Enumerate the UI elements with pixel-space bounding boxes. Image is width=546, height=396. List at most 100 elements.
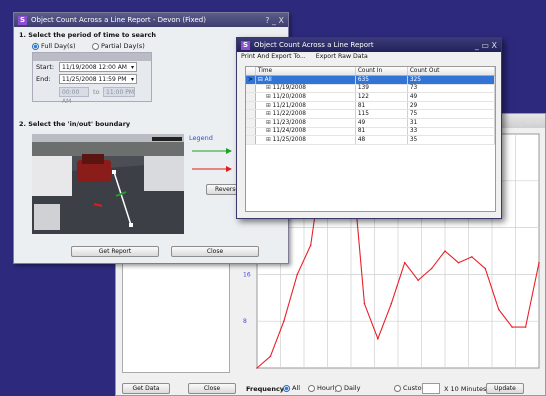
time-from-field[interactable]: 00:00 AM	[59, 87, 89, 105]
chevron-down-icon[interactable]: ▾	[131, 75, 134, 84]
expand-icon[interactable]: ⊞	[266, 94, 273, 100]
freq-daily-label: Daily	[344, 384, 361, 392]
legend-arrows	[192, 148, 232, 172]
data-point	[430, 267, 433, 270]
frequency-label: Frequency	[246, 385, 285, 393]
row-header-cell[interactable]	[246, 135, 256, 145]
report-window-titlebar: S Object Count Across a Line Report _ ▭ …	[237, 38, 501, 52]
expand-icon[interactable]: ⊞	[266, 128, 273, 134]
data-point	[511, 326, 513, 328]
start-label: Start:	[36, 63, 55, 71]
start-date-field[interactable]: 11/19/2008 12:00 AM ▾	[59, 62, 137, 72]
update-button[interactable]: Update	[486, 383, 524, 394]
get-report-button[interactable]: Get Report	[71, 246, 159, 257]
col-header-count-in[interactable]: Count In	[355, 67, 408, 77]
count-in-cell[interactable]: 115	[355, 109, 408, 120]
time-cell[interactable]: ⊞ 11/23/2008	[255, 118, 356, 128]
get-data-button[interactable]: Get Data	[122, 383, 170, 394]
freq-daily-option[interactable]: Daily	[335, 384, 360, 392]
radio-icon	[92, 42, 99, 50]
data-point	[256, 367, 258, 369]
row-header-cell[interactable]	[246, 101, 256, 111]
freq-hourly-option[interactable]: Hourly	[308, 384, 338, 392]
freq-all-label: All	[292, 384, 301, 392]
setup-window-controls[interactable]: ? _ X	[265, 16, 284, 25]
time-cell[interactable]: ⊞ 11/20/2008	[255, 92, 356, 102]
col-header-time[interactable]: Time	[255, 67, 356, 77]
count-out-cell[interactable]: 73	[407, 84, 495, 94]
end-date-field[interactable]: 11/25/2008 11:59 PM ▾	[59, 74, 137, 84]
setup-window-title: Object Count Across a Line Report - Devo…	[31, 16, 206, 24]
table-row[interactable]: ⊞ 11/23/2008 49 31	[246, 118, 495, 128]
row-header-cell[interactable]: >	[246, 75, 256, 85]
time-cell[interactable]: ⊞ 11/25/2008	[255, 135, 356, 145]
table-row[interactable]: ⊞ 11/24/2008 81 33	[246, 127, 495, 137]
count-in-cell[interactable]: 122	[355, 92, 408, 102]
count-in-cell[interactable]: 81	[355, 127, 408, 137]
table-row[interactable]: ⊞ 11/22/2008 115 75	[246, 109, 495, 120]
menu-print-export[interactable]: Print And Export To...	[241, 53, 306, 60]
count-in-cell[interactable]: 48	[355, 135, 408, 145]
expand-icon[interactable]: ⊞	[266, 103, 273, 109]
count-out-cell[interactable]: 31	[407, 118, 495, 128]
data-point	[417, 279, 419, 282]
graph-window-controls[interactable]: _ ▭ X	[519, 117, 541, 126]
collapse-icon[interactable]: ⊟	[258, 77, 265, 83]
step2-heading: 2. Select the 'in/out' boundary	[19, 120, 131, 128]
time-cell[interactable]: ⊞ 11/22/2008	[255, 109, 356, 120]
time-cell[interactable]: ⊞ 11/21/2008	[255, 101, 356, 111]
row-header-cell[interactable]	[246, 109, 256, 120]
count-in-cell[interactable]: 635	[355, 75, 408, 85]
data-point	[390, 302, 393, 305]
date-range-box-header	[33, 53, 151, 61]
table-row[interactable]: ⊞ 11/21/2008 81 29	[246, 101, 495, 111]
count-out-cell[interactable]: 325	[407, 75, 495, 85]
full-days-option[interactable]: Full Day(s)	[32, 42, 75, 50]
col-header-count-out[interactable]: Count Out	[407, 67, 495, 77]
report-results-window: S Object Count Across a Line Report _ ▭ …	[236, 37, 502, 219]
count-out-cell[interactable]: 49	[407, 92, 495, 102]
data-point	[403, 261, 406, 264]
freq-all-option[interactable]: All	[283, 384, 300, 392]
chevron-down-icon[interactable]: ▾	[131, 63, 134, 72]
data-point	[309, 244, 312, 246]
menu-export-raw[interactable]: Export Raw Data	[316, 53, 368, 60]
legend-label: Legend	[189, 134, 213, 142]
setup-close-button[interactable]: Close	[171, 246, 259, 257]
partial-days-option[interactable]: Partial Day(s)	[92, 42, 145, 50]
custom-interval-input[interactable]	[422, 383, 440, 394]
row-header-cell	[246, 67, 256, 77]
graph-close-button[interactable]: Close	[188, 383, 236, 394]
row-header-cell[interactable]	[246, 127, 256, 137]
row-header-cell[interactable]	[246, 92, 256, 102]
report-window-controls[interactable]: _ ▭ X	[475, 41, 497, 50]
data-point	[538, 261, 540, 264]
table-row[interactable]: ⊞ 11/25/2008 48 35	[246, 135, 495, 145]
expand-icon[interactable]: ⊞	[266, 85, 273, 91]
count-in-cell[interactable]: 49	[355, 118, 408, 128]
table-row[interactable]: > ⊟ All 635 325	[246, 75, 495, 85]
expand-icon[interactable]: ⊞	[266, 137, 273, 143]
app-icon: S	[18, 15, 27, 25]
radio-icon	[335, 384, 342, 392]
time-cell[interactable]: ⊞ 11/19/2008	[255, 84, 356, 94]
count-in-cell[interactable]: 139	[355, 84, 408, 94]
count-out-cell[interactable]: 75	[407, 109, 495, 120]
row-header-cell[interactable]	[246, 84, 256, 94]
count-out-cell[interactable]: 33	[407, 127, 495, 137]
data-point	[484, 267, 487, 270]
time-cell[interactable]: ⊟ All	[255, 75, 356, 85]
table-row[interactable]: ⊞ 11/20/2008 122 49	[246, 92, 495, 102]
expand-icon[interactable]: ⊞	[266, 111, 273, 117]
count-in-cell[interactable]: 81	[355, 101, 408, 111]
expand-icon[interactable]: ⊞	[266, 120, 273, 126]
time-value: 11/23/2008	[272, 119, 306, 126]
row-header-cell[interactable]	[246, 118, 256, 128]
time-cell[interactable]: ⊞ 11/24/2008	[255, 127, 356, 137]
table-row[interactable]: ⊞ 11/19/2008 139 73	[246, 84, 495, 94]
camera-view-image[interactable]	[32, 134, 184, 234]
count-out-cell[interactable]: 35	[407, 135, 495, 145]
data-point	[296, 273, 299, 276]
time-to-field[interactable]: 11:00 PM	[103, 87, 135, 97]
count-out-cell[interactable]: 29	[407, 101, 495, 111]
